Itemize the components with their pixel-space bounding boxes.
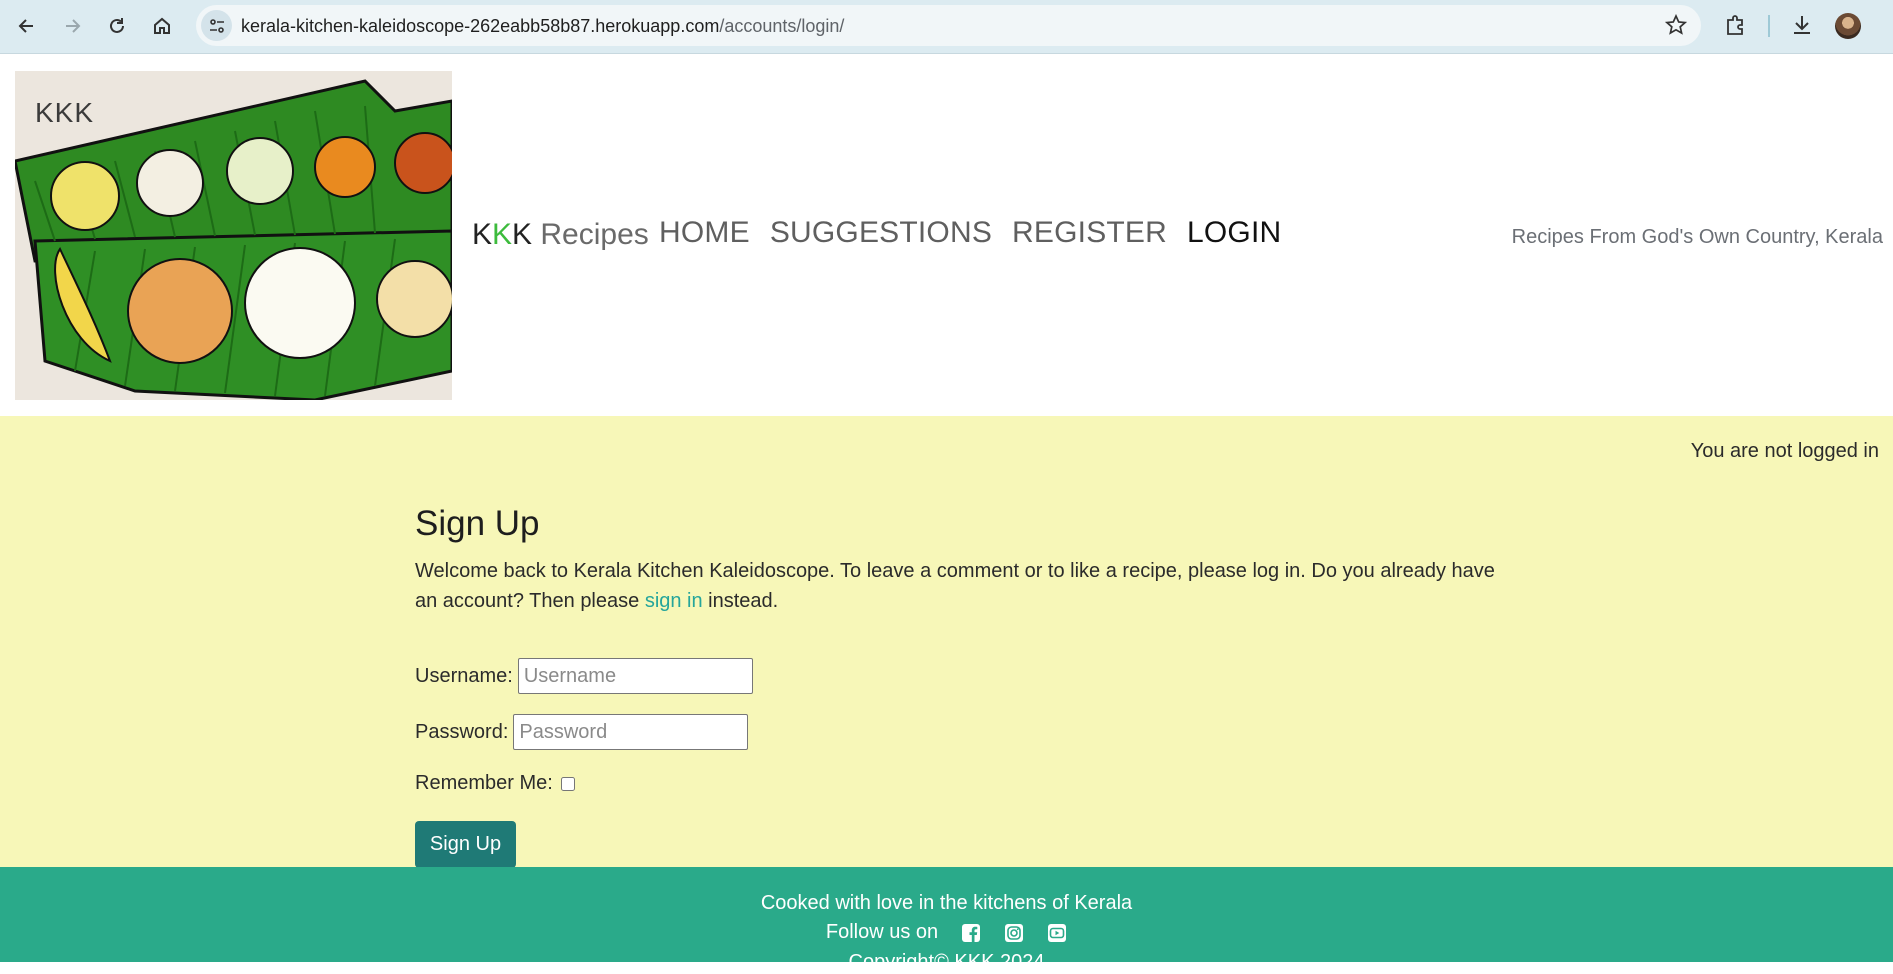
extensions-icon[interactable]: [1724, 13, 1748, 37]
facebook-link[interactable]: [961, 923, 981, 943]
banner-logo-text: KKK: [35, 97, 95, 128]
login-status: You are not logged in: [1690, 440, 1879, 462]
instagram-icon: [1005, 923, 1024, 942]
username-label: Username:: [415, 664, 513, 687]
remember-checkbox[interactable]: [560, 776, 575, 791]
remember-row: Remember Me:: [415, 772, 575, 795]
url-path: /accounts/login/: [719, 16, 845, 36]
facebook-icon: [962, 923, 981, 942]
username-input[interactable]: [517, 658, 753, 694]
footer-tagline: Cooked with love in the kitchens of Kera…: [760, 892, 1133, 914]
nav-suggestions[interactable]: SUGGESTIONS: [770, 216, 992, 250]
password-input[interactable]: [513, 714, 749, 750]
username-row: Username:: [415, 658, 753, 694]
bookmark-star-icon[interactable]: [1665, 14, 1687, 36]
site-header: KKK KKK Recipes HOME SUGGESTIONS REGISTE…: [0, 54, 1893, 416]
banner-image: KKK: [15, 71, 452, 400]
arrow-right-icon: [66, 19, 81, 33]
forward-button[interactable]: [56, 10, 88, 42]
url-host: kerala-kitchen-kaleidoscope-262eabb58b87…: [241, 16, 720, 36]
url-text[interactable]: kerala-kitchen-kaleidoscope-262eabb58b87…: [241, 16, 844, 37]
tune-icon: [209, 18, 224, 33]
home-icon: [154, 17, 170, 34]
youtube-icon: [1048, 923, 1067, 942]
profile-avatar[interactable]: [1835, 13, 1861, 39]
instagram-link[interactable]: [1004, 923, 1024, 943]
home-button[interactable]: [146, 10, 178, 42]
main-content: You are not logged in Sign Up Welcome ba…: [0, 416, 1893, 868]
brand-word: Recipes: [540, 218, 649, 251]
reload-button[interactable]: [101, 10, 133, 42]
back-button[interactable]: [11, 10, 43, 42]
site-info-button[interactable]: [201, 10, 232, 41]
login-panel: Sign Up Welcome back to Kerala Kitchen K…: [415, 504, 1495, 868]
footer-copyright: Copyright© KKK 2024: [848, 951, 1045, 973]
remember-label: Remember Me:: [415, 772, 553, 794]
password-row: Password:: [415, 714, 749, 750]
intro-text-before: Welcome back to Kerala Kitchen Kaleidosc…: [415, 560, 1495, 612]
reload-icon: [110, 18, 124, 33]
sign-in-link[interactable]: sign in: [645, 590, 703, 612]
intro-text-after: instead.: [702, 590, 779, 612]
password-label: Password:: [415, 720, 509, 743]
nav-home[interactable]: HOME: [659, 216, 750, 250]
page-title: Sign Up: [415, 504, 540, 543]
nav-login[interactable]: LOGIN: [1187, 216, 1281, 250]
intro-text: Welcome back to Kerala Kitchen Kaleidosc…: [415, 556, 1495, 616]
arrow-left-icon: [18, 19, 33, 33]
brand-letter-1: K: [472, 218, 493, 251]
brand-letter-3: K: [512, 218, 533, 251]
sign-up-button[interactable]: Sign Up: [415, 821, 516, 868]
site-footer: Cooked with love in the kitchens of Kera…: [0, 867, 1893, 973]
main-nav: HOME SUGGESTIONS REGISTER LOGIN: [659, 216, 1281, 250]
youtube-link[interactable]: [1047, 923, 1067, 943]
nav-register[interactable]: REGISTER: [1012, 216, 1167, 250]
address-bar[interactable]: kerala-kitchen-kaleidoscope-262eabb58b87…: [196, 5, 1701, 46]
follow-label: Follow us on: [825, 921, 939, 943]
site-tagline: Recipes From God's Own Country, Kerala: [1511, 226, 1883, 248]
browser-toolbar: kerala-kitchen-kaleidoscope-262eabb58b87…: [0, 0, 1893, 54]
brand-letter-2: K: [492, 218, 513, 251]
download-icon[interactable]: [1790, 13, 1814, 37]
footer-follow-row: Follow us on: [0, 921, 1893, 944]
toolbar-divider: [1768, 15, 1770, 37]
site-brand[interactable]: KKK Recipes: [472, 218, 649, 252]
